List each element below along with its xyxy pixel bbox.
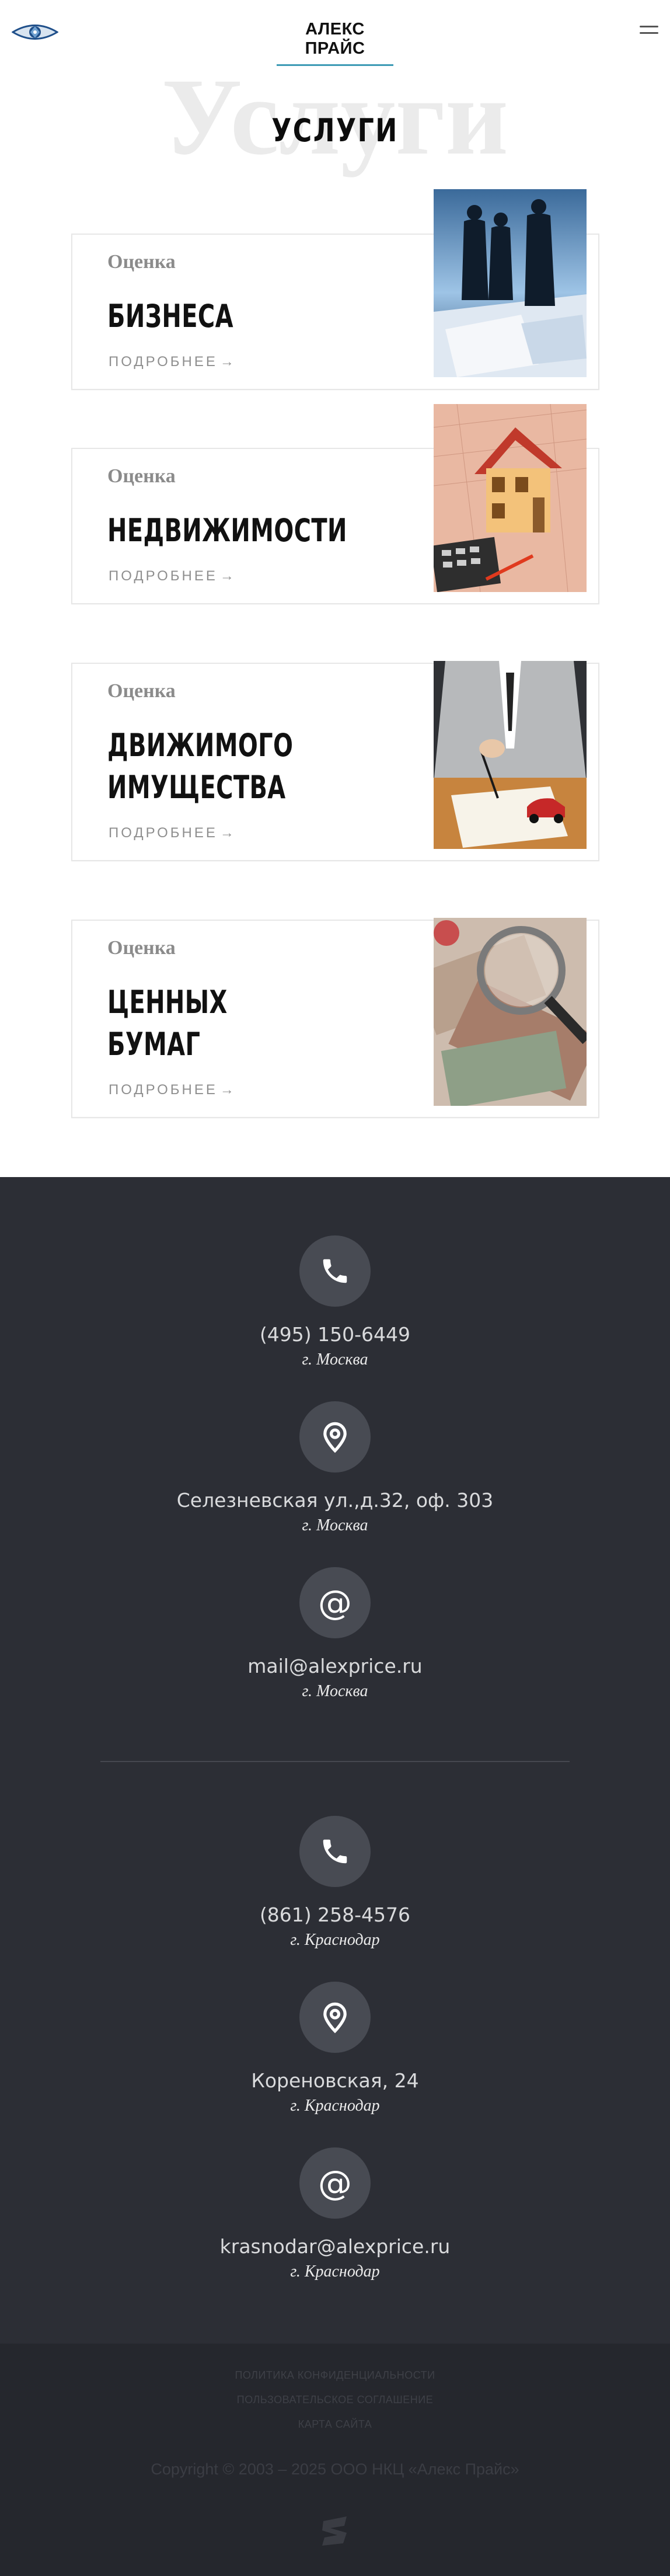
signing-document-toy-car-image <box>434 661 587 849</box>
card-prefix: Оценка <box>107 680 176 702</box>
card-title: ДВИЖИМОГО ИМУЩЕСТВА <box>107 727 294 806</box>
contact-value[interactable]: Кореновская, 24 <box>0 2069 670 2092</box>
contact-phone-krasnodar: (861) 258-4576 г. Краснодар <box>0 1816 670 1950</box>
more-link[interactable]: ПОДРОБНЕЕ → <box>109 825 234 841</box>
contact-value[interactable]: (861) 258-4576 <box>0 1903 670 1926</box>
page-title: УСЛУГИ <box>271 112 399 149</box>
more-link[interactable]: ПОДРОБНЕЕ → <box>109 1082 234 1098</box>
phone-icon[interactable] <box>299 1235 371 1307</box>
copyright: Copyright © 2003 – 2025 ООО НКЦ «Алекс П… <box>151 2460 519 2478</box>
more-link[interactable]: ПОДРОБНЕЕ → <box>109 354 234 370</box>
contact-city: г. Москва <box>302 1682 368 1700</box>
more-link[interactable]: ПОДРОБНЕЕ → <box>109 568 234 584</box>
card-prefix: Оценка <box>107 251 176 273</box>
contact-city: г. Краснодар <box>290 2097 380 2115</box>
contacts-section: (495) 150-6449 г. Москва Селезневская ул… <box>0 1177 670 2344</box>
privacy-policy-link[interactable]: ПОЛИТИКА КОНФИДЕНЦИАЛЬНОСТИ <box>0 2369 670 2382</box>
card-prefix: Оценка <box>107 937 176 959</box>
banknotes-magnifier-image <box>434 918 587 1106</box>
at-sign-icon[interactable]: @ <box>299 1567 371 1638</box>
user-agreement-link[interactable]: ПОЛЬЗОВАТЕЛЬСКОЕ СОГЛАШЕНИЕ <box>0 2394 670 2406</box>
contact-value[interactable]: krasnodar@alexprice.ru <box>0 2235 670 2258</box>
contacts-divider <box>100 1761 570 1762</box>
business-people-silhouettes-image <box>434 189 587 377</box>
contact-city: г. Москва <box>302 1516 368 1534</box>
services-heading: Услуги УСЛУГИ <box>0 62 670 172</box>
contact-address-krasnodar: Кореновская, 24 г. Краснодар <box>0 1982 670 2115</box>
card-title: НЕДВИЖИМОСТИ <box>107 512 347 549</box>
house-model-blueprint-image <box>434 404 587 592</box>
contact-value[interactable]: mail@alexprice.ru <box>0 1655 670 1677</box>
card-title: БИЗНЕСА <box>107 298 233 335</box>
at-sign-icon[interactable]: @ <box>299 2147 371 2219</box>
contact-city: г. Краснодар <box>290 1931 380 1949</box>
contact-value[interactable]: Селезневская ул.,д.32, оф. 303 <box>0 1489 670 1512</box>
contact-email-krasnodar: @ krasnodar@alexprice.ru г. Краснодар <box>0 2147 670 2281</box>
contact-city: г. Краснодар <box>290 2262 380 2281</box>
hamburger-menu-icon[interactable] <box>640 26 658 37</box>
location-pin-icon[interactable] <box>299 1401 371 1473</box>
location-pin-icon[interactable] <box>299 1982 371 2053</box>
phone-icon[interactable] <box>299 1816 371 1887</box>
card-title: ЦЕННЫХ БУМАГ <box>107 984 228 1063</box>
sitemap-link[interactable]: КАРТА САЙТА <box>0 2418 670 2431</box>
contact-email-moscow: @ mail@alexprice.ru г. Москва <box>0 1567 670 1701</box>
contact-phone-moscow: (495) 150-6449 г. Москва <box>0 1235 670 1369</box>
developer-logo-icon[interactable] <box>317 2513 353 2548</box>
card-prefix: Оценка <box>107 465 176 487</box>
contact-value[interactable]: (495) 150-6449 <box>0 1323 670 1346</box>
contact-address-moscow: Селезневская ул.,д.32, оф. 303 г. Москва <box>0 1401 670 1535</box>
contact-city: г. Москва <box>302 1350 368 1369</box>
services-list: Оценка БИЗНЕСА ПОДРОБНЕЕ → Оценка НЕДВИЖИ… <box>0 163 670 1177</box>
site-footer: ПОЛИТИКА КОНФИДЕНЦИАЛЬНОСТИ ПОЛЬЗОВАТЕЛЬ… <box>0 2344 670 2576</box>
